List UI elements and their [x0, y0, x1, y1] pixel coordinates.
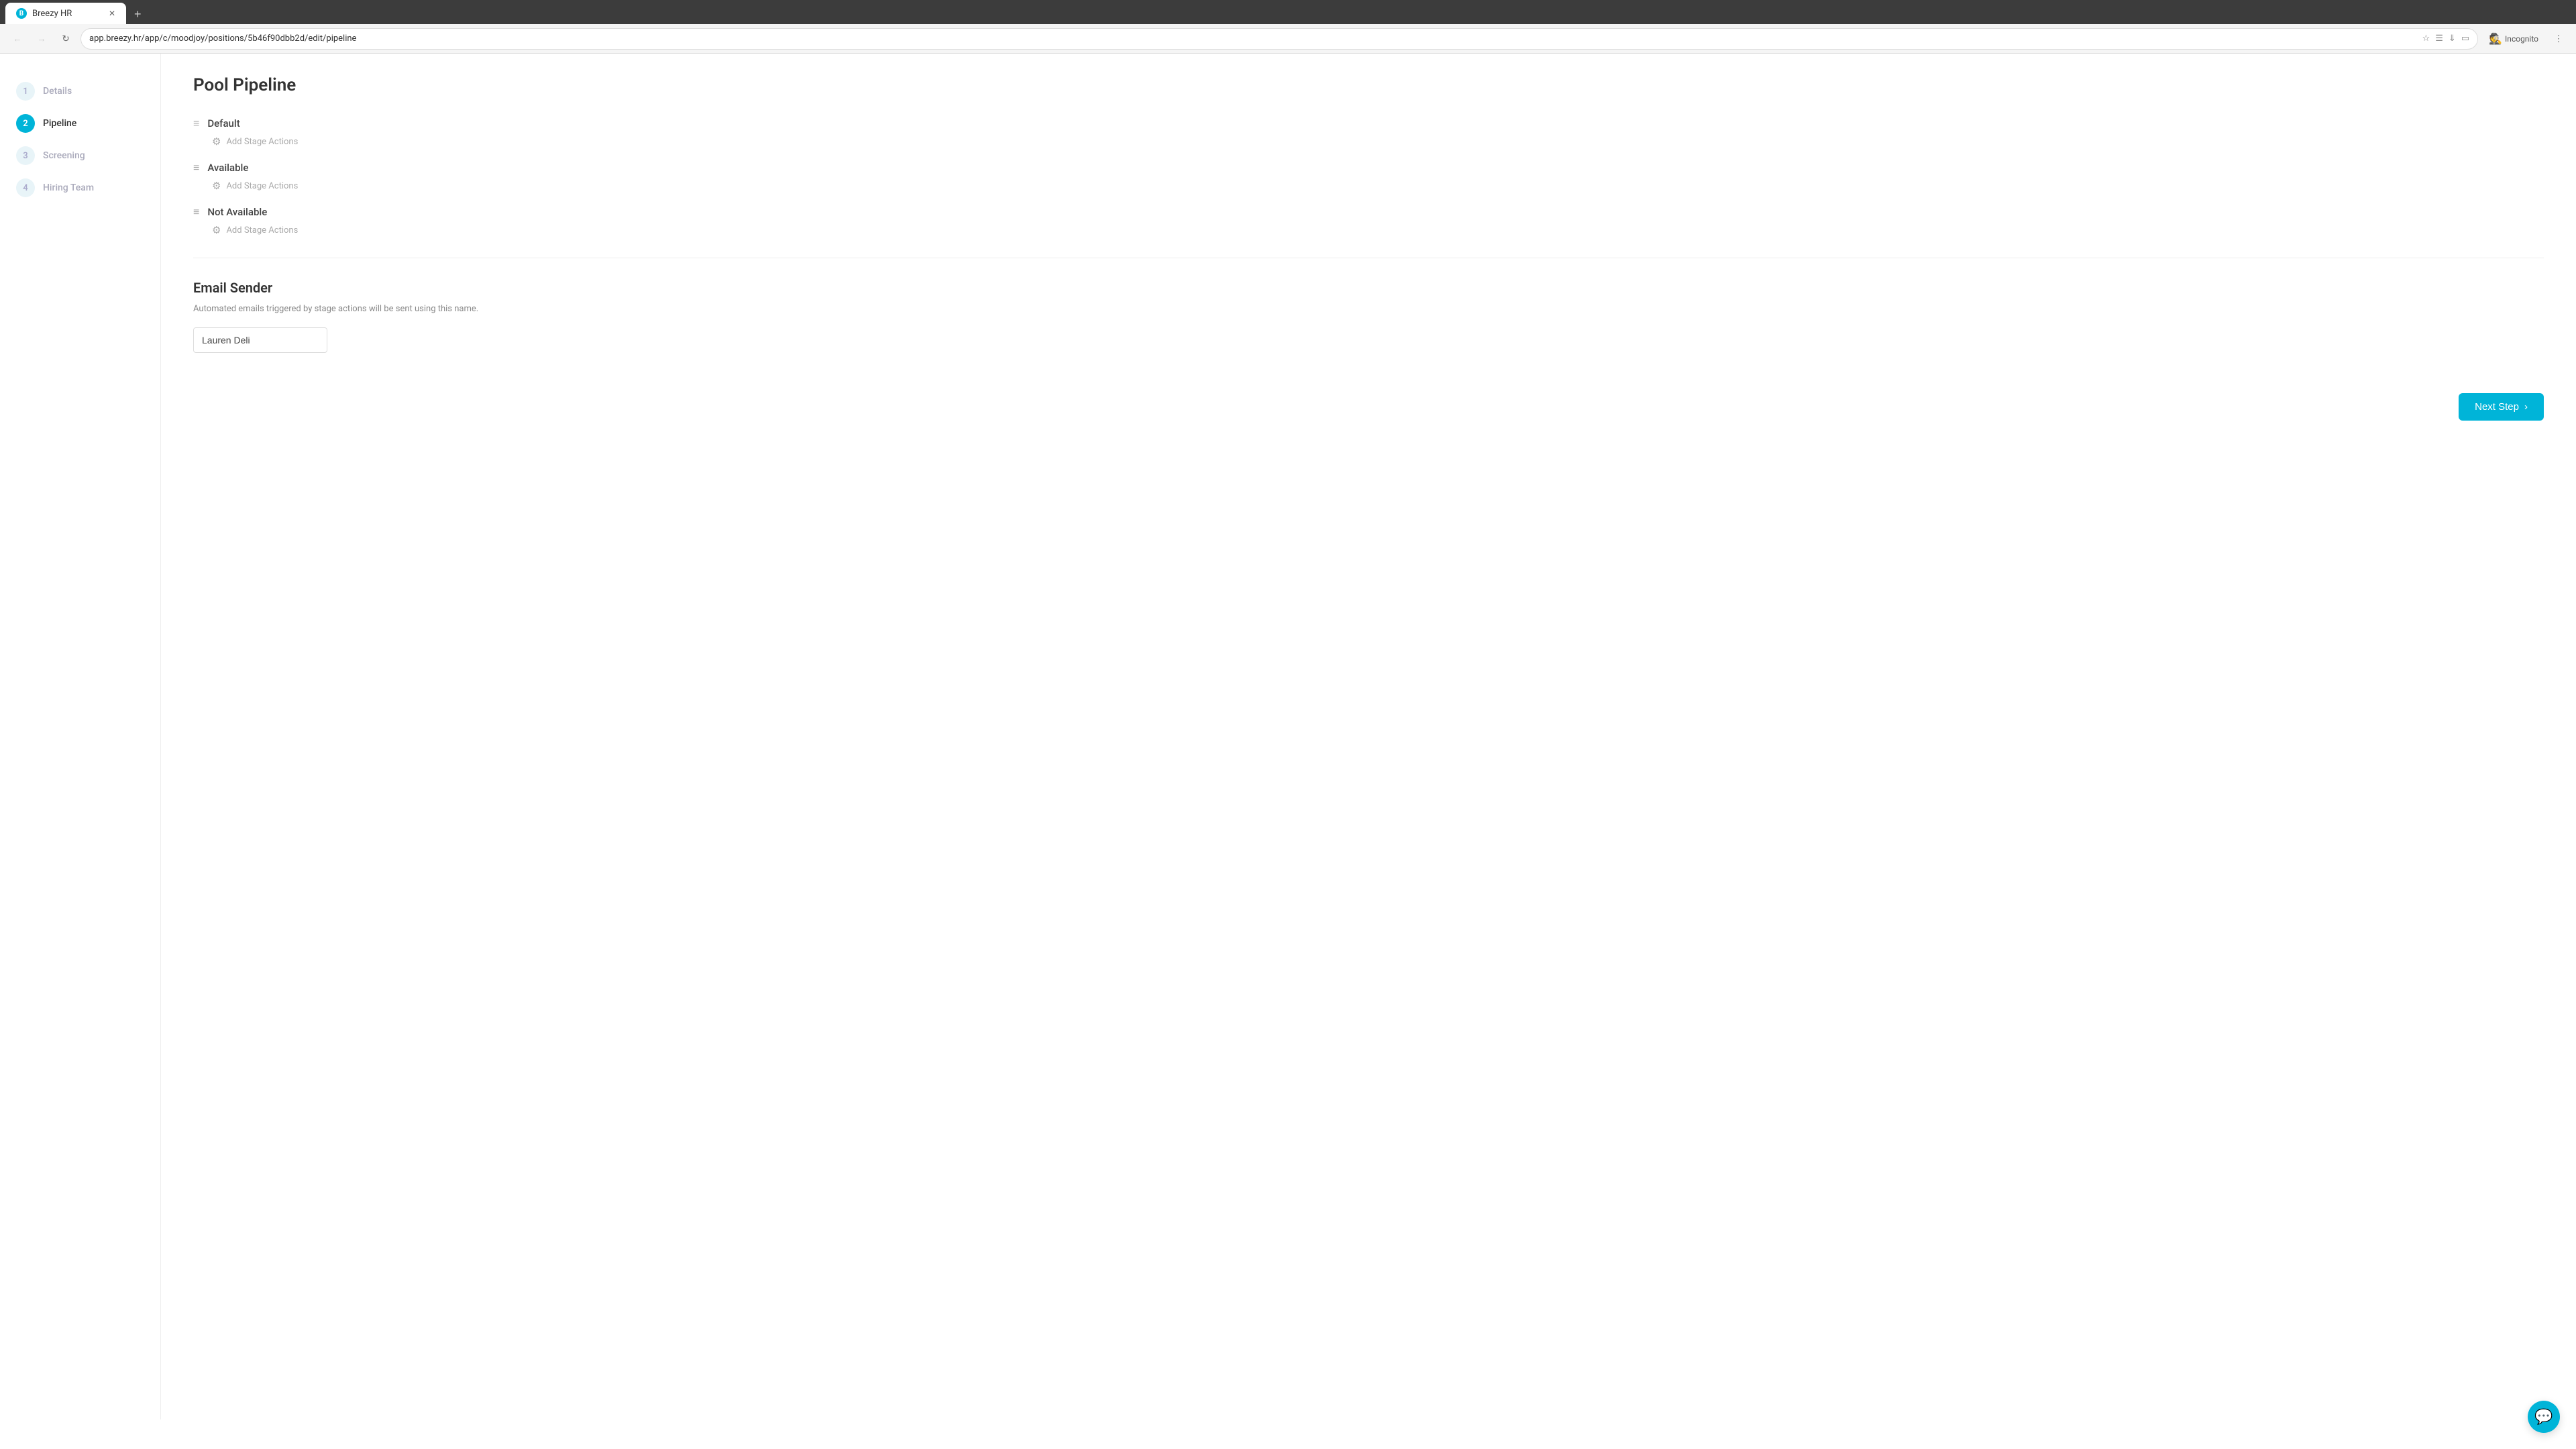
sidebar-item-hiring-team[interactable]: 4 Hiring Team [16, 172, 144, 204]
bookmark-icon[interactable]: ☆ [2422, 34, 2430, 44]
browser-tab[interactable]: B Breezy HR ✕ [5, 3, 126, 24]
stage-actions-row-not-available: ⚙ Add Stage Actions [193, 224, 2544, 236]
gear-icon-not-available[interactable]: ⚙ [212, 224, 221, 236]
stage-header-available: ≡ Available [193, 161, 2544, 174]
add-stage-actions-not-available[interactable]: Add Stage Actions [226, 225, 298, 235]
step-circle-3: 3 [16, 146, 35, 165]
page-title: Pool Pipeline [193, 75, 2544, 95]
app-container: 1 Details 2 Pipeline 3 Screening 4 Hirin… [0, 54, 2576, 1419]
browser-tab-bar: B Breezy HR ✕ + [0, 0, 2576, 24]
extensions-icon[interactable]: ☰ [2435, 34, 2443, 44]
chat-bubble[interactable]: 💬 [2528, 1401, 2560, 1433]
chat-icon: 💬 [2534, 1409, 2553, 1426]
address-bar-icons: ☆ ☰ ⇓ ▭ [2422, 34, 2470, 44]
stage-actions-row-available: ⚙ Add Stage Actions [193, 180, 2544, 192]
split-icon[interactable]: ▭ [2461, 34, 2469, 44]
step-circle-4: 4 [16, 178, 35, 197]
add-stage-actions-default[interactable]: Add Stage Actions [226, 137, 298, 147]
drag-icon-available[interactable]: ≡ [193, 161, 199, 174]
browser-reload-button[interactable]: ↻ [56, 30, 75, 48]
drag-icon-not-available[interactable]: ≡ [193, 205, 199, 219]
incognito-label: Incognito [2505, 34, 2538, 44]
email-sender-input[interactable] [193, 327, 327, 353]
browser-tab-close[interactable]: ✕ [109, 9, 115, 18]
browser-tab-title: Breezy HR [32, 9, 72, 19]
stage-name-default: Default [207, 117, 239, 129]
stage-name-not-available: Not Available [207, 206, 267, 218]
address-url: app.breezy.hr/app/c/moodjoy/positions/5b… [89, 34, 356, 44]
email-sender-description: Automated emails triggered by stage acti… [193, 304, 2544, 314]
browser-forward-button[interactable]: → [32, 30, 51, 48]
stage-header-not-available: ≡ Not Available [193, 205, 2544, 219]
gear-icon-default[interactable]: ⚙ [212, 136, 221, 148]
sidebar-label-pipeline: Pipeline [43, 118, 76, 129]
chevron-right-icon: › [2524, 401, 2528, 413]
address-bar[interactable]: app.breezy.hr/app/c/moodjoy/positions/5b… [80, 28, 2478, 50]
main-content: Pool Pipeline ≡ Default ⚙ Add Stage Acti… [161, 54, 2576, 1419]
sidebar-label-hiring-team: Hiring Team [43, 182, 94, 193]
sidebar-label-details: Details [43, 86, 72, 97]
incognito-icon: 🕵 [2489, 32, 2502, 45]
sidebar: 1 Details 2 Pipeline 3 Screening 4 Hirin… [0, 54, 161, 1419]
sidebar-item-screening[interactable]: 3 Screening [16, 140, 144, 172]
browser-new-tab-button[interactable]: + [129, 5, 147, 24]
sidebar-item-pipeline[interactable]: 2 Pipeline [16, 107, 144, 140]
step-circle-1: 1 [16, 82, 35, 101]
add-stage-actions-available[interactable]: Add Stage Actions [226, 181, 298, 191]
stage-name-available: Available [207, 162, 248, 174]
stage-item-not-available: ≡ Not Available ⚙ Add Stage Actions [193, 205, 2544, 236]
gear-icon-available[interactable]: ⚙ [212, 180, 221, 192]
incognito-badge: 🕵 Incognito [2483, 30, 2544, 48]
next-step-label: Next Step [2475, 401, 2519, 413]
stage-actions-row-default: ⚙ Add Stage Actions [193, 136, 2544, 148]
next-step-button[interactable]: Next Step › [2459, 393, 2544, 421]
step-circle-2: 2 [16, 114, 35, 133]
browser-menu-button[interactable]: ⋮ [2549, 30, 2568, 48]
stage-item-default: ≡ Default ⚙ Add Stage Actions [193, 117, 2544, 148]
email-sender-title: Email Sender [193, 280, 2544, 296]
download-icon[interactable]: ⇓ [2449, 34, 2456, 44]
stage-item-available: ≡ Available ⚙ Add Stage Actions [193, 161, 2544, 192]
browser-controls: ← → ↻ app.breezy.hr/app/c/moodjoy/positi… [0, 24, 2576, 54]
stage-header-default: ≡ Default [193, 117, 2544, 130]
browser-back-button[interactable]: ← [8, 30, 27, 48]
sidebar-label-screening: Screening [43, 150, 85, 161]
footer-actions: Next Step › [193, 393, 2544, 421]
browser-favicon: B [16, 8, 27, 19]
drag-icon-default[interactable]: ≡ [193, 117, 199, 130]
sidebar-item-details[interactable]: 1 Details [16, 75, 144, 107]
